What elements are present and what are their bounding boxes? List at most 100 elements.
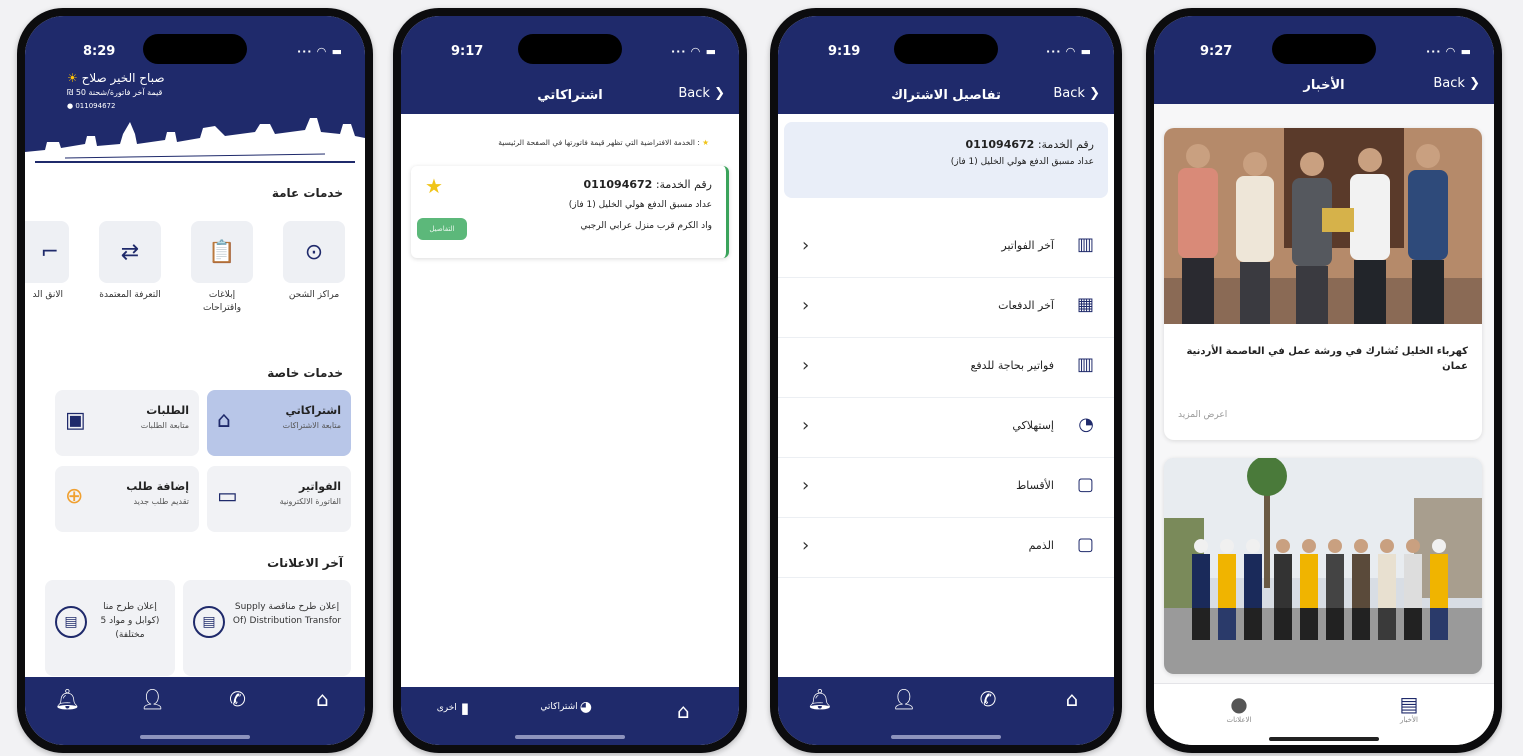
city-skyline — [25, 118, 365, 164]
news-photo-meeting — [1164, 128, 1482, 324]
announcement-card[interactable]: إعلان طرح مناقصة Supply Of) Distribution… — [183, 580, 351, 676]
back-button[interactable]: Back ❯ — [678, 86, 725, 101]
dynamic-island — [894, 34, 998, 64]
status-icons: ··· ◠ ▬ — [1425, 45, 1472, 58]
row-installments[interactable]: ▢ الأقساط ‹ — [778, 458, 1114, 518]
news-card[interactable]: كهرباء الخليل تُشارك في ورشة عمل في العا… — [1164, 128, 1482, 440]
greeting-text: صباح الخير صلاح — [81, 71, 165, 85]
greeting: صباح الخير صلاح ☀ — [67, 71, 165, 85]
back-label: Back — [1433, 76, 1465, 91]
home-indicator — [891, 735, 1001, 739]
home-indicator — [140, 735, 250, 739]
row-unpaid-bills[interactable]: ▥ فواتير بحاجة للدفع ‹ — [778, 338, 1114, 398]
dynamic-island — [143, 34, 247, 64]
tab-news[interactable]: ▤ الأخبار — [1379, 692, 1439, 745]
card-add-request[interactable]: إضافة طلب تقديم طلب جديد ⊕ — [55, 466, 199, 532]
service-label: مراكز الشحن — [288, 290, 340, 300]
bell-icon[interactable]: 🔔︎ — [800, 687, 840, 745]
row-consumption[interactable]: ◔ إستهلاكي ‹ — [778, 398, 1114, 458]
news-card[interactable] — [1164, 458, 1482, 674]
service-label: رقم الخدمة: — [1037, 138, 1094, 151]
back-button[interactable]: Back ❯ — [1433, 76, 1480, 91]
charging-location-icon: ⊙ — [283, 221, 345, 283]
installments-wallet-icon: ▢ — [1076, 474, 1094, 495]
newspaper-icon: ▤ — [1399, 692, 1419, 716]
bell-icon[interactable]: 🔔︎ — [48, 687, 88, 745]
phone-subscription-details: 9:19 ··· ◠ ▬ تفاصيل الاشتراك Back ❯ رقم … — [770, 8, 1122, 753]
consumption-chart-icon: ◔ — [1078, 414, 1094, 435]
subscription-card[interactable]: رقم الخدمة: 011094672 عداد مسبق الدفع هو… — [411, 166, 729, 258]
service-partial[interactable]: ⌐ الانق الد — [25, 221, 69, 302]
chevron-left-icon: ‹ — [802, 235, 810, 256]
card-subscriptions[interactable]: اشتراكاتي متابعة الاشتراكات ⌂ — [207, 390, 351, 456]
row-label: آخر الدفعات — [998, 299, 1054, 312]
service-tariff[interactable]: ⇄ التعرفة المعتمدة — [99, 221, 161, 302]
phone-news: 9:27 ··· ◠ ▬ الأخبار Back ❯ كهرباء الخلي — [1146, 8, 1502, 753]
card-bills[interactable]: الفواتير الفاتورة الالكترونية ▭ — [207, 466, 351, 532]
chevron-left-icon: ‹ — [802, 415, 810, 436]
back-button[interactable]: Back ❯ — [1053, 86, 1100, 101]
phone-subscriptions: 9:17 ··· ◠ ▬ اشتراكاتي Back ❯ ★ : الخدمة… — [393, 8, 747, 753]
payments-icon: ▦ — [1076, 294, 1094, 315]
dynamic-island — [1272, 34, 1376, 64]
tab-other[interactable]: اخرى ▮ — [437, 699, 469, 717]
star-icon[interactable]: ★ — [425, 174, 443, 198]
row-label: إستهلاكي — [1012, 419, 1054, 432]
last-bill: قيمة آخر فاتورة/شحنة 50 ₪ — [67, 88, 163, 97]
card-subtitle: متابعة الاشتراكات — [282, 421, 341, 430]
home-icon[interactable]: ⌂ — [1052, 687, 1092, 745]
back-label: Back — [1053, 86, 1085, 101]
show-more-link[interactable]: اعرض المزيد — [1178, 410, 1482, 420]
invoice-icon: ▥ — [1076, 234, 1094, 255]
gauge-icon: ◕ — [579, 699, 592, 715]
service-info-card: رقم الخدمة: 011094672 عداد مسبق الدفع هو… — [784, 122, 1108, 198]
row-last-payments[interactable]: ▦ آخر الدفعات ‹ — [778, 278, 1114, 338]
service-number: 011094672 — [965, 138, 1035, 151]
service-label: رقم الخدمة: — [655, 178, 712, 191]
general-services-title: خدمات عامة — [271, 186, 343, 200]
chevron-left-icon: ‹ — [802, 535, 810, 556]
meter-type: عداد مسبق الدفع هولي الخليل (1 فاز) — [950, 157, 1094, 167]
clipboard-icon: ▮ — [460, 699, 470, 717]
document-icon: ▤ — [193, 606, 225, 638]
back-label: Back — [678, 86, 710, 101]
document-icon: ▤ — [55, 606, 87, 638]
tab-label: اخرى — [436, 703, 457, 713]
account-text: 011094672 — [75, 102, 116, 110]
card-requests[interactable]: الطلبات متابعة الطلبات ▣ — [55, 390, 199, 456]
chevron-left-icon: ‹ — [802, 355, 810, 376]
sun-icon: ☀ — [67, 71, 78, 85]
chevron-right-icon: ❯ — [714, 86, 725, 101]
announcement-card[interactable]: إعلان طرح منا (كوابل و مواد 5 مختلفة) ▤ — [45, 580, 175, 676]
account-number: ● 011094672 — [67, 102, 116, 110]
bottom-tab-bar: ● الاعلانات ▤ الأخبار — [1154, 683, 1494, 745]
home-icon[interactable]: ⌂ — [663, 699, 703, 723]
row-label: آخر الفواتير — [1001, 239, 1054, 252]
chevron-left-icon: ‹ — [802, 475, 810, 496]
row-last-bills[interactable]: ▥ آخر الفواتير ‹ — [778, 218, 1114, 278]
card-title: إضافة طلب — [126, 480, 189, 493]
debts-wallet-icon: ▢ — [1076, 534, 1094, 555]
details-button[interactable]: التفاصيل — [417, 218, 467, 240]
tab-announcements[interactable]: ● الاعلانات — [1209, 692, 1269, 745]
row-debts[interactable]: ▢ الذمم ‹ — [778, 518, 1114, 578]
tab-subscriptions[interactable]: اشتراكاتي ◕ — [540, 699, 591, 715]
status-time: 9:17 — [451, 44, 484, 59]
service-label: إبلاغات واقتراحات — [202, 290, 242, 313]
tab-label: الاعلانات — [1226, 716, 1252, 724]
unpaid-invoice-icon: ▥ — [1076, 354, 1094, 375]
star-icon: ★ — [702, 138, 709, 147]
row-label: الذمم — [1028, 539, 1054, 552]
chat-bubble-icon: ● — [1230, 692, 1248, 716]
status-icons: ··· ◠ ▬ — [1045, 45, 1092, 58]
service-charging-centers[interactable]: ⊙ مراكز الشحن — [283, 221, 345, 302]
add-circle-icon: ⊕ — [65, 484, 84, 509]
service-reports[interactable]: 📋 إبلاغات واقتراحات — [191, 221, 253, 315]
service-number-line: رقم الخدمة: 011094672 — [583, 178, 712, 191]
service-label: التعرفة المعتمدة — [99, 290, 161, 300]
home-icon[interactable]: ⌂ — [303, 687, 343, 745]
status-icons: ··· ◠ ▬ — [670, 45, 717, 58]
news-headline: كهرباء الخليل تُشارك في ورشة عمل في العا… — [1186, 346, 1468, 372]
address: واد الكرم قرب منزل عرابي الرجبي — [580, 221, 712, 231]
meter-type: عداد مسبق الدفع هولي الخليل (1 فاز) — [568, 200, 712, 210]
